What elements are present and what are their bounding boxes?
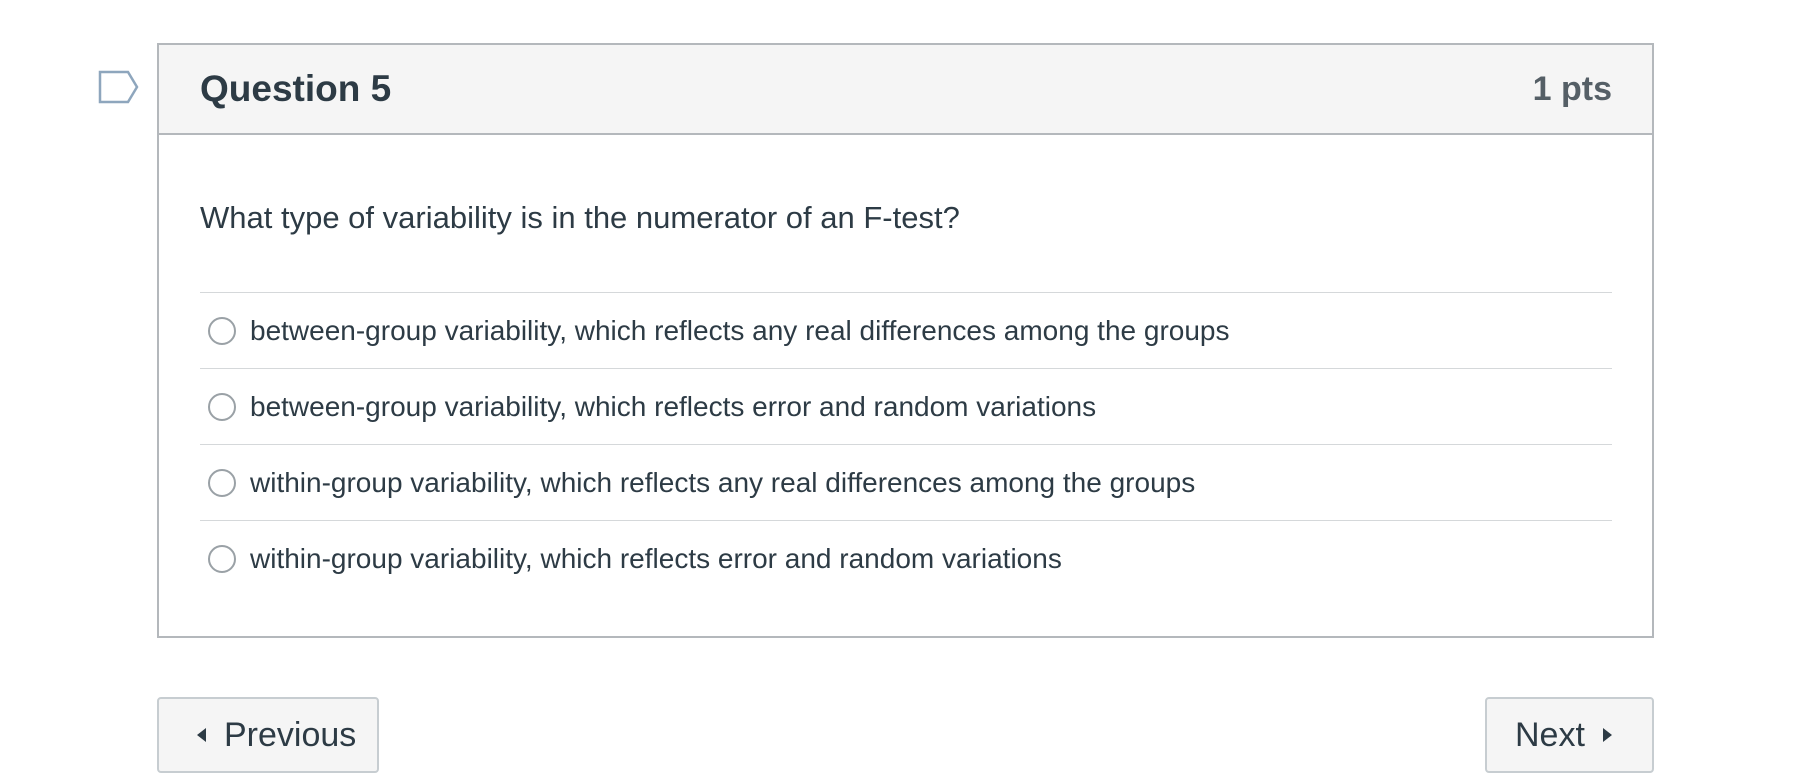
answer-option[interactable]: within-group variability, which reflects… — [200, 445, 1612, 521]
previous-button[interactable]: Previous — [157, 697, 379, 773]
answer-radio[interactable] — [208, 545, 236, 573]
previous-button-label: Previous — [224, 715, 357, 754]
next-button[interactable]: Next — [1485, 697, 1654, 773]
answer-list: between-group variability, which reflect… — [200, 292, 1612, 597]
question-header: Question 5 1 pts — [159, 45, 1652, 135]
answer-radio[interactable] — [208, 468, 236, 497]
answer-option[interactable]: between-group variability, which reflect… — [200, 369, 1612, 445]
answer-label: between-group variability, which reflect… — [250, 314, 1230, 346]
next-button-label: Next — [1515, 715, 1585, 754]
quiz-page: Question 5 1 pts What type of variabilit… — [0, 0, 1793, 782]
caret-right-icon — [1602, 728, 1612, 742]
flag-icon[interactable] — [98, 70, 140, 104]
answer-label: within-group variability, which reflects… — [250, 466, 1196, 498]
answer-option[interactable]: within-group variability, which reflects… — [200, 521, 1612, 597]
question-title: Question 5 — [200, 68, 392, 109]
question-text: What type of variability is in the numer… — [200, 200, 960, 235]
answer-label: within-group variability, which reflects… — [250, 543, 1062, 574]
question-card: Question 5 1 pts What type of variabilit… — [157, 43, 1654, 638]
question-points: 1 pts — [1532, 69, 1612, 108]
answer-radio[interactable] — [208, 392, 236, 421]
answer-radio[interactable] — [208, 316, 236, 345]
answer-option[interactable]: between-group variability, which reflect… — [200, 293, 1612, 369]
question-body: What type of variability is in the numer… — [159, 135, 1652, 597]
answer-label: between-group variability, which reflect… — [250, 390, 1097, 422]
caret-left-icon — [197, 728, 206, 742]
